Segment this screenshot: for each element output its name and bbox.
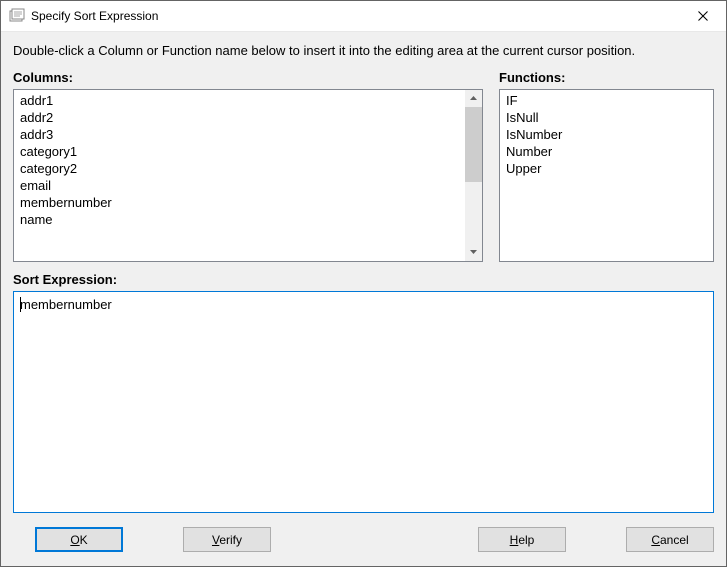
functions-listbox[interactable]: IF IsNull IsNumber Number Upper bbox=[499, 89, 714, 262]
list-item[interactable]: category1 bbox=[18, 143, 478, 160]
ok-button[interactable]: OK bbox=[35, 527, 123, 552]
columns-listbox[interactable]: addr1 addr2 addr3 category1 category2 em… bbox=[13, 89, 483, 262]
list-item[interactable]: category2 bbox=[18, 160, 478, 177]
list-item[interactable]: IF bbox=[504, 92, 709, 109]
list-item[interactable]: IsNumber bbox=[504, 126, 709, 143]
list-item[interactable]: Number bbox=[504, 143, 709, 160]
functions-section: Functions: IF IsNull IsNumber Number Upp… bbox=[499, 70, 714, 262]
columns-label: Columns: bbox=[13, 70, 483, 85]
functions-label: Functions: bbox=[499, 70, 714, 85]
content-area: Double-click a Column or Function name b… bbox=[1, 32, 726, 566]
scroll-up-icon[interactable] bbox=[465, 90, 482, 107]
titlebar: Specify Sort Expression bbox=[1, 1, 726, 32]
expression-section: Sort Expression: membernumber bbox=[13, 272, 714, 513]
cancel-button[interactable]: Cancel bbox=[626, 527, 714, 552]
expression-label: Sort Expression: bbox=[13, 272, 714, 287]
scroll-thumb[interactable] bbox=[465, 107, 482, 182]
window-title: Specify Sort Expression bbox=[31, 9, 680, 23]
list-item[interactable]: addr1 bbox=[18, 92, 478, 109]
expression-input[interactable]: membernumber bbox=[13, 291, 714, 513]
app-icon bbox=[9, 8, 25, 24]
list-item[interactable]: membernumber bbox=[18, 194, 478, 211]
verify-button[interactable]: Verify bbox=[183, 527, 271, 552]
scrollbar[interactable] bbox=[465, 90, 482, 261]
columns-section: Columns: addr1 addr2 addr3 category1 cat… bbox=[13, 70, 483, 262]
list-item[interactable]: Upper bbox=[504, 160, 709, 177]
close-button[interactable] bbox=[680, 1, 726, 31]
instructions-text: Double-click a Column or Function name b… bbox=[13, 42, 714, 60]
scroll-down-icon[interactable] bbox=[465, 244, 482, 261]
help-button[interactable]: Help bbox=[478, 527, 566, 552]
list-item[interactable]: addr3 bbox=[18, 126, 478, 143]
list-item[interactable]: name bbox=[18, 211, 478, 228]
expression-value: membernumber bbox=[20, 297, 112, 312]
dialog-window: Specify Sort Expression Double-click a C… bbox=[0, 0, 727, 567]
button-row: OK Verify Help Cancel bbox=[13, 513, 714, 554]
list-item[interactable]: IsNull bbox=[504, 109, 709, 126]
scroll-track[interactable] bbox=[465, 107, 482, 244]
list-item[interactable]: email bbox=[18, 177, 478, 194]
list-item[interactable]: addr2 bbox=[18, 109, 478, 126]
lists-row: Columns: addr1 addr2 addr3 category1 cat… bbox=[13, 70, 714, 262]
